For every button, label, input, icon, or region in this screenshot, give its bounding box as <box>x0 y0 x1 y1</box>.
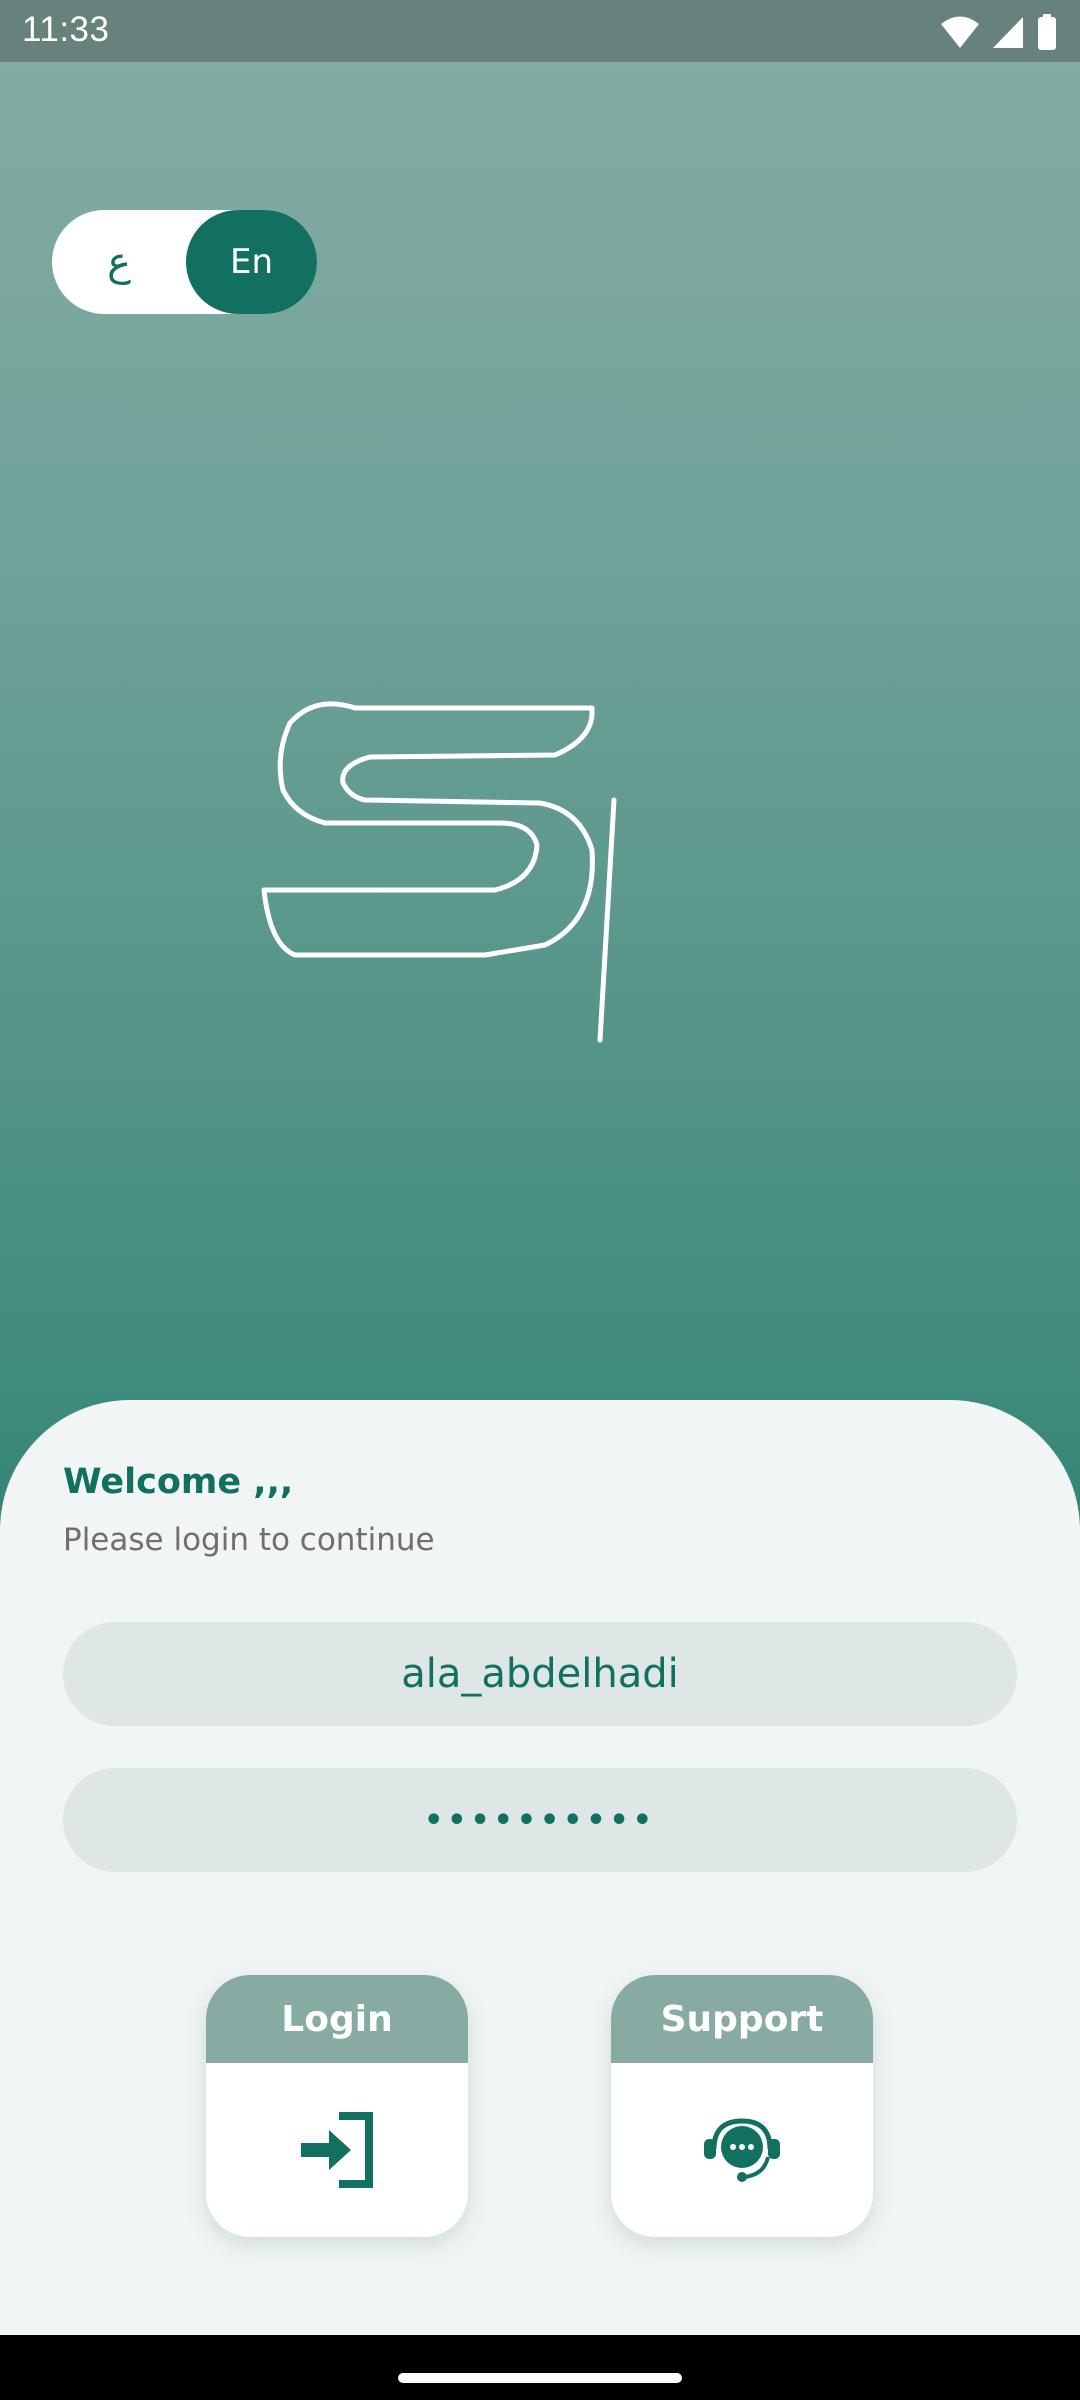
system-navigation-bar <box>0 2335 1080 2400</box>
support-headset-icon <box>611 2063 873 2237</box>
login-button[interactable]: Login <box>206 1975 468 2237</box>
status-icons <box>940 12 1058 52</box>
login-sheet: Welcome ,,, Please login to continue ala… <box>0 1400 1080 2335</box>
language-option-arabic[interactable]: ع <box>52 210 186 314</box>
username-input[interactable]: ala_abdelhadi <box>63 1622 1017 1726</box>
status-time: 11:33 <box>22 10 110 49</box>
password-input[interactable]: •••••••••• <box>63 1768 1017 1872</box>
status-bar: 11:33 <box>0 0 1080 62</box>
login-icon <box>206 2063 468 2237</box>
language-option-english[interactable]: En <box>186 210 317 314</box>
welcome-subtitle: Please login to continue <box>63 1522 435 1558</box>
battery-icon <box>1036 14 1058 50</box>
support-button[interactable]: Support <box>611 1975 873 2237</box>
wifi-icon <box>940 15 980 49</box>
language-toggle[interactable]: ع En <box>52 210 317 314</box>
signal-icon <box>992 15 1024 49</box>
welcome-title: Welcome ,,, <box>63 1462 294 1502</box>
support-button-label: Support <box>611 1975 873 2063</box>
login-button-label: Login <box>206 1975 468 2063</box>
app-logo <box>261 701 617 1043</box>
home-gesture-handle[interactable] <box>398 2373 682 2383</box>
